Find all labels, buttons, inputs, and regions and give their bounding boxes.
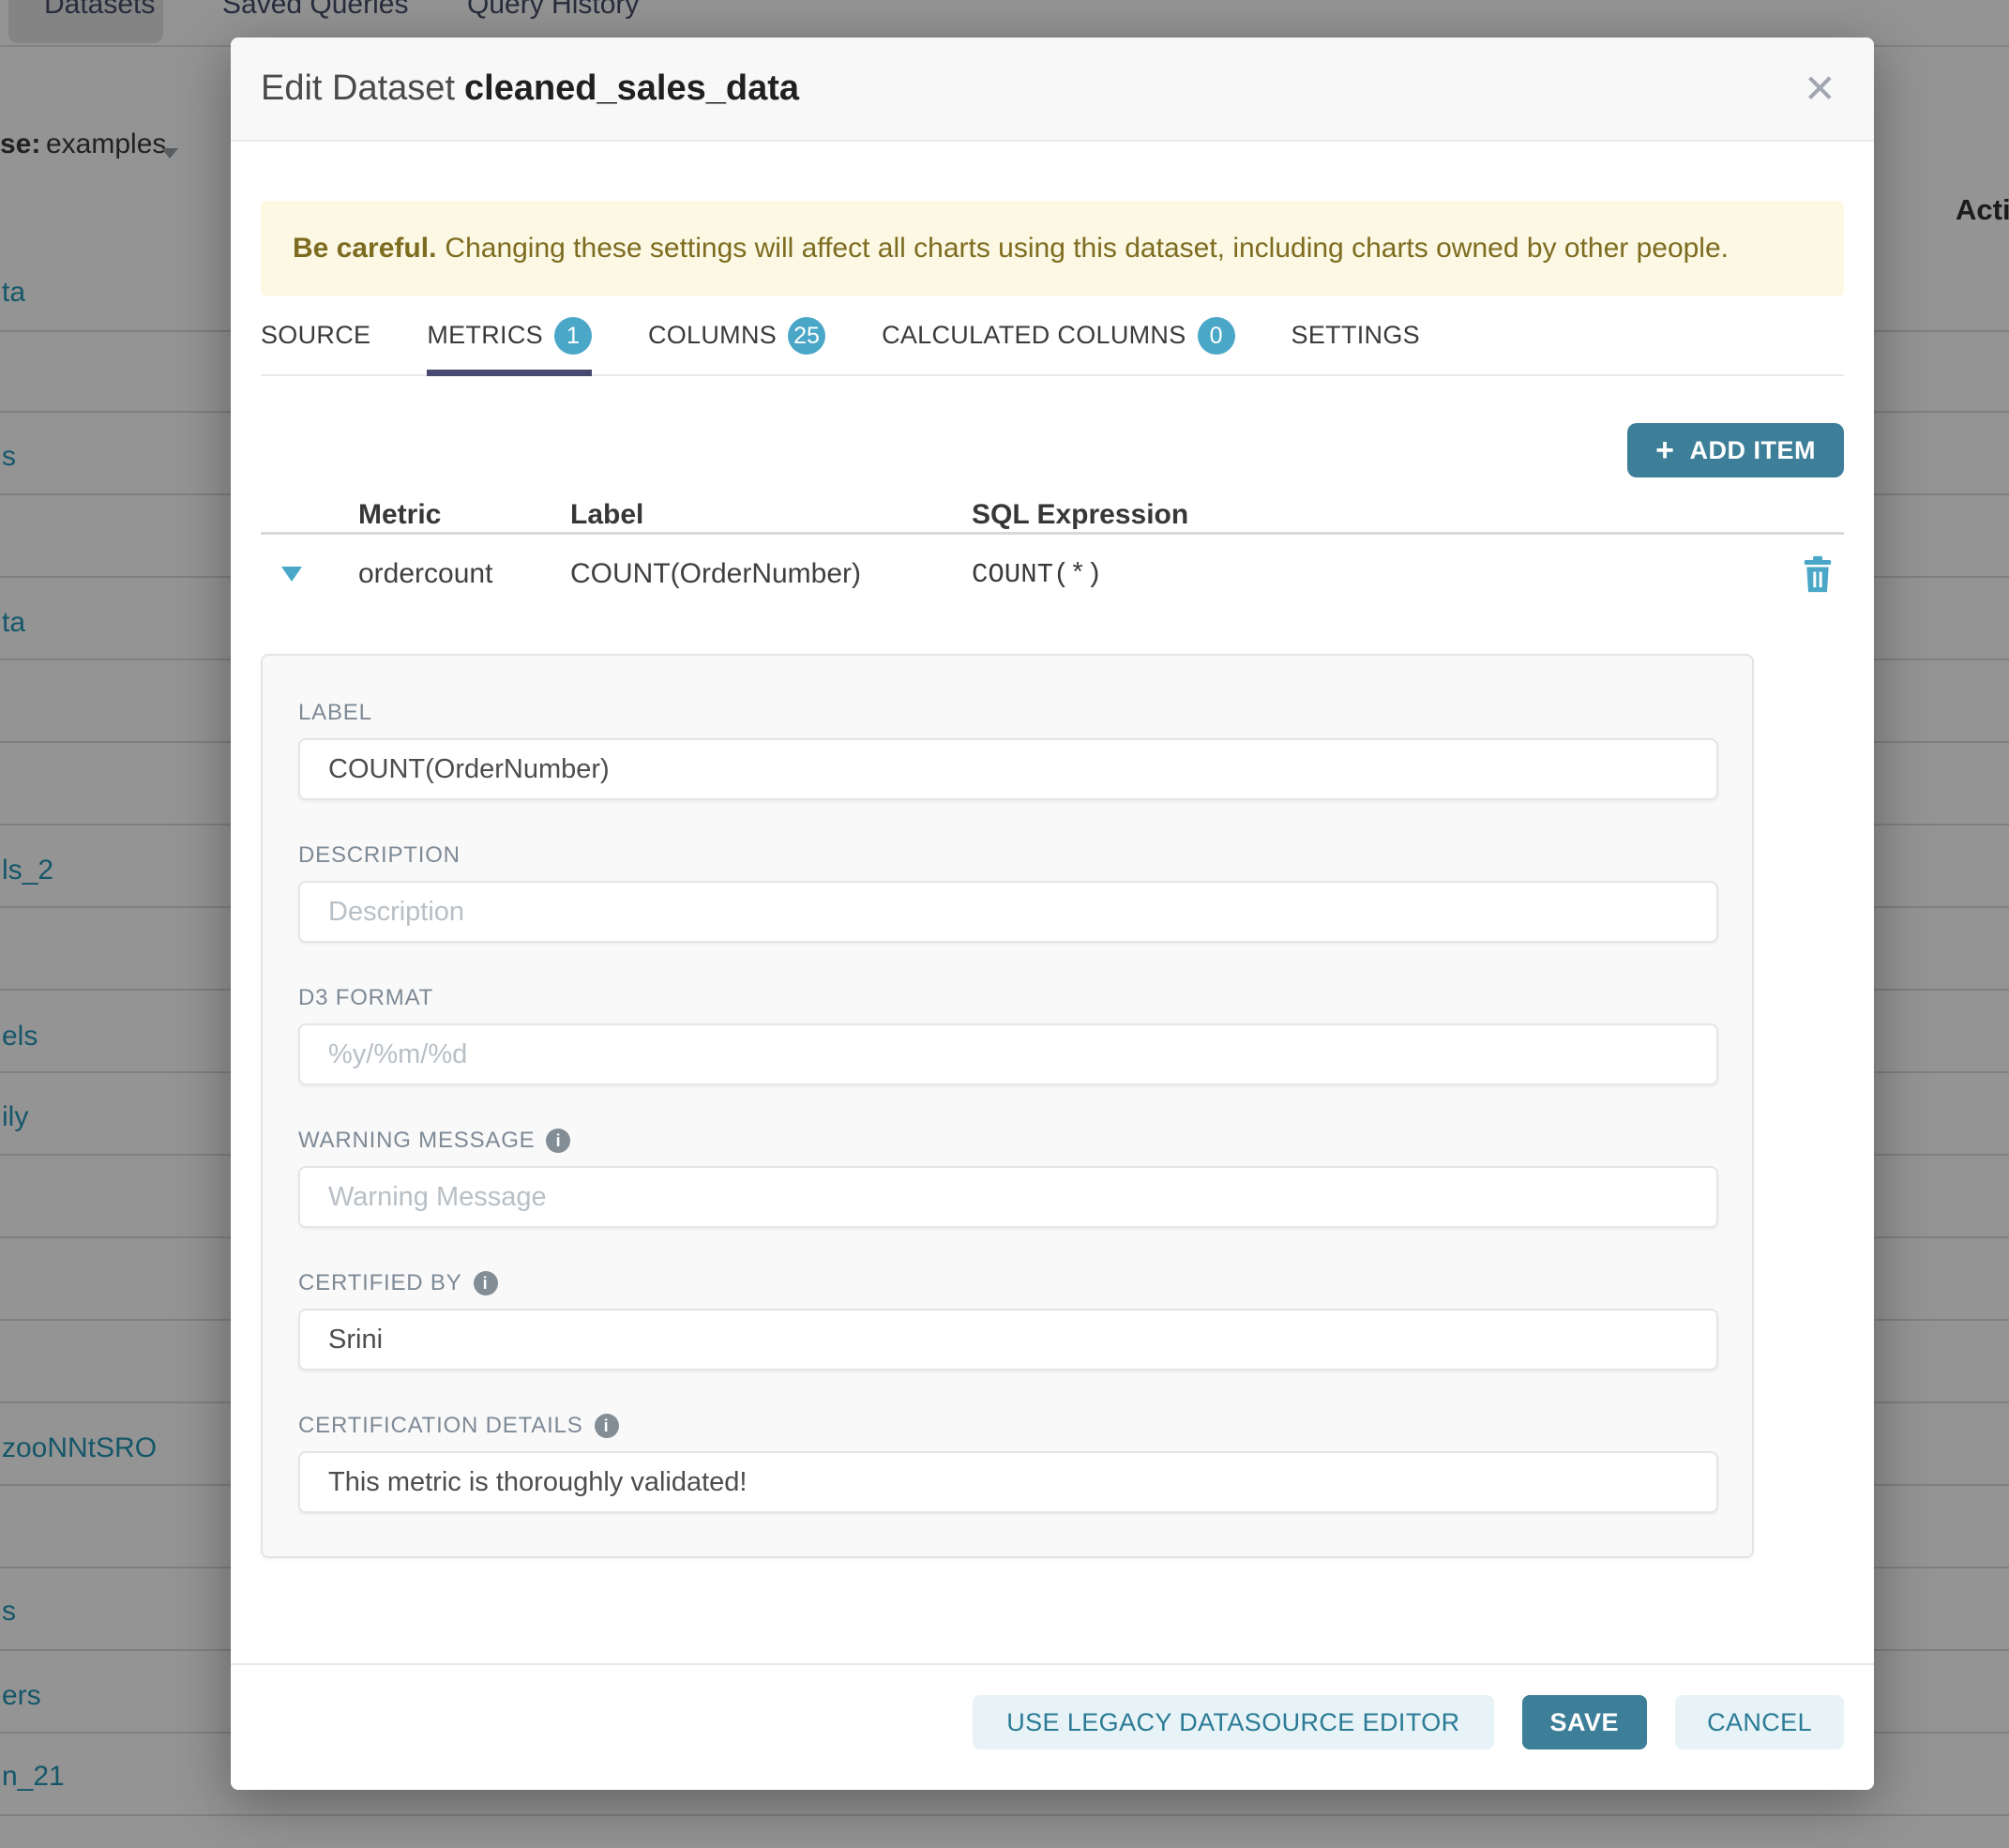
metric-sql-expression: COUNT(*) [972, 559, 1791, 590]
field-label: LABEL [298, 699, 1718, 800]
calculated-columns-count-badge: 0 [1198, 317, 1235, 355]
metrics-count-badge: 1 [554, 317, 592, 355]
field-certification-details-caption: CERTIFICATION DETAILS [298, 1412, 583, 1440]
warning-message-input[interactable] [298, 1166, 1718, 1228]
info-icon [595, 1414, 619, 1438]
label-input[interactable] [298, 738, 1718, 800]
field-certification-details: CERTIFICATION DETAILS [298, 1412, 1718, 1513]
warning-banner: Be careful. Changing these settings will… [261, 201, 1844, 296]
certification-details-input[interactable] [298, 1451, 1718, 1513]
info-icon [474, 1271, 498, 1295]
modal-footer: USE LEGACY DATASOURCE EDITOR SAVE CANCEL [261, 1695, 1844, 1750]
close-icon[interactable]: ✕ [1804, 69, 1836, 109]
tab-metrics[interactable]: METRICS 1 [427, 296, 592, 374]
dataset-name: cleaned_sales_data [464, 68, 799, 108]
use-legacy-datasource-editor-button[interactable]: USE LEGACY DATASOURCE EDITOR [973, 1695, 1493, 1750]
col-header-label: Label [570, 499, 972, 531]
footer-divider [231, 1663, 1874, 1665]
plus-icon: + [1655, 434, 1674, 466]
field-label-caption: LABEL [298, 699, 1718, 727]
warning-banner-bold: Be careful. [293, 233, 436, 265]
field-warning-message: WARNING MESSAGE [298, 1127, 1718, 1228]
metric-row: ordercount COUNT(OrderNumber) COUNT(*) [261, 548, 1844, 600]
screen: Datasets Saved Queries Query History se:… [0, 0, 2009, 1848]
save-button[interactable]: SAVE [1522, 1695, 1648, 1750]
field-description: DESCRIPTION [298, 841, 1718, 943]
certified-by-input[interactable] [298, 1309, 1718, 1371]
field-certified-by-caption: CERTIFIED BY [298, 1269, 462, 1297]
description-input[interactable] [298, 881, 1718, 943]
field-warning-message-caption: WARNING MESSAGE [298, 1127, 535, 1155]
delete-metric-trash-icon[interactable] [1799, 553, 1836, 596]
metrics-actions-row: + ADD ITEM [261, 423, 1844, 477]
col-header-metric: Metric [358, 499, 570, 531]
modal-title-prefix: Edit Dataset [261, 68, 455, 108]
edit-dataset-modal: Edit Datasetcleaned_sales_data ✕ Be care… [231, 38, 1874, 1790]
tab-settings[interactable]: SETTINGS [1292, 296, 1420, 374]
col-header-sql-expression: SQL Expression [972, 499, 1791, 531]
tab-columns[interactable]: COLUMNS 25 [648, 296, 825, 374]
field-description-caption: DESCRIPTION [298, 841, 1718, 870]
metric-label: COUNT(OrderNumber) [570, 558, 972, 590]
tab-calculated-columns[interactable]: CALCULATED COLUMNS 0 [882, 296, 1234, 374]
field-certified-by: CERTIFIED BY [298, 1269, 1718, 1371]
metrics-table-header: Metric Label SQL Expression [261, 499, 1844, 535]
info-icon [546, 1128, 570, 1153]
collapse-caret-icon[interactable] [281, 567, 302, 582]
cancel-button[interactable]: CANCEL [1675, 1695, 1844, 1750]
modal-header: Edit Datasetcleaned_sales_data ✕ [231, 38, 1874, 142]
metric-detail-panel: LABEL DESCRIPTION D3 FORMAT WARNING MESS… [261, 654, 1754, 1558]
metric-name: ordercount [358, 558, 570, 590]
columns-count-badge: 25 [788, 317, 825, 355]
modal-title: Edit Datasetcleaned_sales_data [261, 68, 799, 109]
modal-tab-bar: SOURCE METRICS 1 COLUMNS 25 CALCULATED C… [261, 296, 1844, 376]
d3-format-input[interactable] [298, 1023, 1718, 1085]
tab-source[interactable]: SOURCE [261, 296, 370, 374]
field-d3-format: D3 FORMAT [298, 984, 1718, 1085]
field-d3-format-caption: D3 FORMAT [298, 984, 1718, 1012]
warning-banner-text: Changing these settings will affect all … [445, 233, 1729, 265]
add-item-button[interactable]: + ADD ITEM [1627, 423, 1844, 477]
